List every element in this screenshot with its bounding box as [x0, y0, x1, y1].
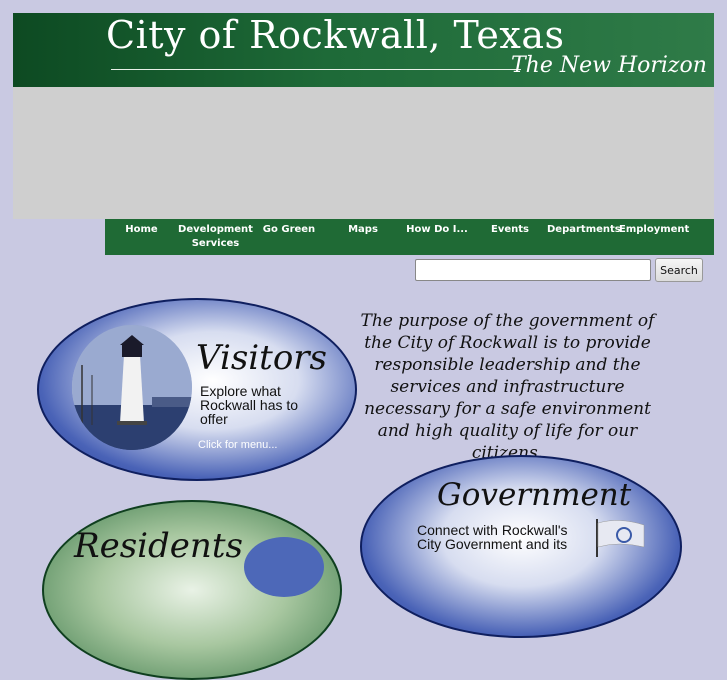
flag-icon	[596, 519, 645, 557]
purpose-statement: The purpose of the government of the Cit…	[360, 311, 655, 463]
nav-item-departments[interactable]: Departments	[547, 219, 621, 237]
visitors-menu-link[interactable]: Click for menu...	[198, 439, 277, 451]
visitors-title: Visitors	[196, 338, 327, 378]
site-title: City of Rockwall, Texas	[106, 13, 565, 57]
residents-panel[interactable]: Residents	[42, 500, 342, 680]
government-title: Government	[437, 477, 632, 513]
nav-item-how-do-i[interactable]: How Do I...	[401, 219, 473, 237]
lighthouse-image	[72, 325, 192, 450]
site-tagline: The New Horizon	[511, 53, 707, 78]
nav-item-home[interactable]: Home	[105, 219, 178, 237]
residents-title: Residents	[74, 526, 243, 566]
nav-item-events[interactable]: Events	[473, 219, 547, 237]
search-button[interactable]: Search	[655, 258, 703, 282]
title-divider	[111, 69, 521, 70]
main-nav: Home Development Services Go Green Maps …	[105, 219, 714, 255]
nav-item-employment[interactable]: Employment	[619, 219, 689, 237]
site-header: City of Rockwall, Texas The New Horizon	[13, 13, 714, 87]
nav-item-maps[interactable]: Maps	[325, 219, 401, 237]
lighthouse-icon	[72, 325, 192, 450]
government-panel[interactable]: Government Connect with Rockwall's City …	[360, 455, 682, 638]
visitors-description: Explore what Rockwall has to offer	[200, 383, 299, 427]
government-description: Connect with Rockwall's City Government …	[417, 522, 568, 552]
banner-area	[13, 87, 714, 219]
nav-item-development-services[interactable]: Development Services	[178, 219, 253, 251]
visitors-panel[interactable]: Visitors Explore what Rockwall has to of…	[37, 298, 357, 481]
search-input[interactable]	[415, 259, 651, 281]
nav-item-go-green[interactable]: Go Green	[253, 219, 325, 237]
residents-image	[244, 537, 324, 597]
